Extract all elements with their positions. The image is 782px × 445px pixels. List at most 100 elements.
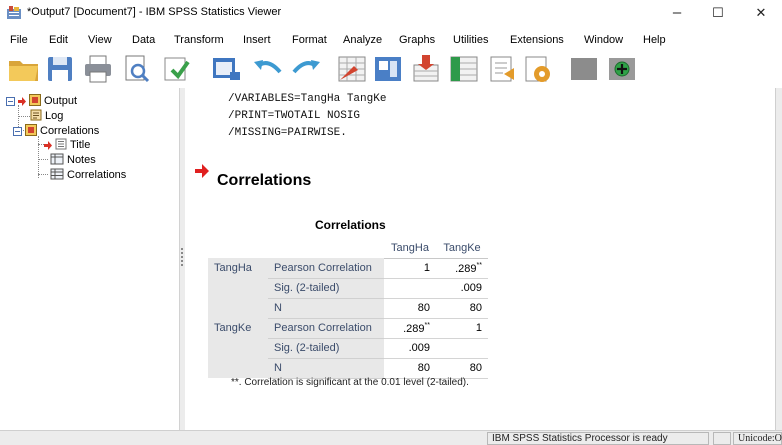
outline-label-title: Title	[70, 139, 91, 151]
menu-file[interactable]: File	[10, 34, 28, 46]
menu-help[interactable]: Help	[643, 34, 666, 46]
table-cell: .009	[384, 338, 436, 359]
row-stat-label: N	[268, 298, 384, 319]
table-cell: 80	[436, 298, 488, 319]
syntax-line: /MISSING=PAIRWISE.	[228, 127, 347, 139]
row-stat-label: Pearson Correlation	[268, 258, 384, 279]
title-icon	[55, 138, 67, 150]
print-preview-icon[interactable]	[118, 52, 154, 86]
row-variable-label	[208, 298, 268, 318]
outline-label-output: Output	[44, 95, 78, 107]
table-cell: 1	[384, 258, 436, 279]
collapse-icon[interactable]	[6, 97, 15, 106]
section-heading[interactable]: Correlations	[217, 172, 311, 190]
significance-mark: **	[476, 261, 482, 269]
row-variable-label	[208, 338, 268, 358]
unicode-status: Unicode:ON	[733, 432, 782, 445]
row-stat-label: Sig. (2-tailed)	[268, 278, 384, 299]
table-cell: 1	[436, 318, 488, 339]
close-button[interactable]: ✕	[746, 2, 776, 24]
menu-format[interactable]: Format	[292, 34, 327, 46]
output-book-icon	[29, 94, 41, 106]
table-cell: .009	[436, 278, 488, 299]
splitter-grip[interactable]	[181, 248, 184, 266]
save-icon[interactable]	[42, 52, 78, 86]
menu-insert[interactable]: Insert	[243, 34, 271, 46]
menu-window[interactable]: Window	[584, 34, 623, 46]
correlations-pivot-table[interactable]: TangHa TangKe TangHa Pearson Correlation…	[208, 238, 488, 379]
arrow-icon	[18, 97, 26, 106]
outline-label-correlations-table: Correlations	[67, 169, 127, 181]
table-footnote: **. Correlation is significant at the 0.…	[231, 377, 469, 388]
outline-label-correlations-node: Correlations	[40, 125, 100, 137]
collapse-icon[interactable]	[13, 127, 22, 136]
syntax-line: /VARIABLES=TangHa TangKe	[228, 93, 387, 105]
goto-data-icon[interactable]	[334, 52, 370, 86]
maximize-button[interactable]: ☐	[703, 2, 733, 24]
spss-app-icon	[7, 6, 21, 19]
spss-viewer-window: *Output7 [Document7] - IBM SPSS Statisti…	[0, 0, 782, 445]
table-row: N 80 80	[208, 298, 488, 319]
outline-item-correlations-table[interactable]: Correlations	[50, 168, 126, 182]
table-header-row: TangHa TangKe	[208, 238, 488, 259]
redo-icon[interactable]	[288, 52, 324, 86]
column-header: TangKe	[436, 238, 488, 259]
recall-dialog-icon[interactable]	[208, 52, 244, 86]
outline-item-title[interactable]: Title	[44, 138, 90, 152]
table-row: Sig. (2-tailed) .009	[208, 338, 488, 359]
significance-mark: **	[424, 321, 430, 329]
menu-data[interactable]: Data	[132, 34, 155, 46]
status-empty-panel	[713, 432, 731, 445]
outline-label-notes: Notes	[67, 154, 96, 166]
table-row: TangHa Pearson Correlation 1 .289**	[208, 258, 488, 279]
outline-item-log[interactable]: Log	[30, 109, 63, 123]
undo-icon[interactable]	[250, 52, 286, 86]
row-variable-label	[208, 278, 268, 298]
print-icon[interactable]	[80, 52, 116, 86]
menu-view[interactable]: View	[88, 34, 112, 46]
table-row: TangKe Pearson Correlation .289** 1	[208, 318, 488, 339]
promote-icon[interactable]	[566, 52, 602, 86]
menu-graphs[interactable]: Graphs	[399, 34, 435, 46]
table-cell: .289**	[436, 258, 488, 279]
menu-utilities[interactable]: Utilities	[453, 34, 488, 46]
table-cell	[384, 278, 436, 299]
status-bar: IBM SPSS Statistics Processor is ready U…	[0, 430, 782, 445]
menu-analyze[interactable]: Analyze	[343, 34, 382, 46]
table-cell	[436, 338, 488, 359]
heading-arrow-icon	[195, 164, 209, 178]
row-stat-label: Pearson Correlation	[268, 318, 384, 339]
row-stat-label: N	[268, 358, 384, 379]
vertical-scrollbar[interactable]	[775, 88, 782, 430]
column-header: TangHa	[384, 238, 436, 259]
minimize-button[interactable]: –	[662, 2, 692, 24]
goto-case-icon[interactable]	[370, 52, 406, 86]
export-icon[interactable]	[158, 52, 194, 86]
output-content-pane: /VARIABLES=TangHa TangKe /PRINT=TWOTAIL …	[185, 88, 775, 430]
select-cases-icon[interactable]	[446, 52, 482, 86]
outline-item-correlations-node[interactable]: Correlations	[13, 124, 99, 138]
notes-icon	[50, 153, 64, 165]
table-icon	[50, 168, 64, 180]
syntax-line: /PRINT=TWOTAIL NOSIG	[228, 110, 361, 122]
outline-label-log: Log	[45, 110, 64, 122]
outline-item-output[interactable]: Output	[6, 94, 77, 108]
table-cell: 80	[384, 298, 436, 319]
arrow-icon	[44, 141, 52, 150]
pivot-table-title: Correlations	[315, 218, 386, 232]
menu-transform[interactable]: Transform	[174, 34, 224, 46]
insert-output-icon[interactable]	[484, 52, 520, 86]
demote-icon[interactable]	[604, 52, 640, 86]
menu-bar: File Edit View Data Transform Insert For…	[0, 33, 782, 49]
designate-window-icon[interactable]	[520, 52, 556, 86]
row-variable-label	[208, 358, 268, 378]
menu-edit[interactable]: Edit	[49, 34, 68, 46]
open-icon[interactable]	[6, 52, 42, 86]
outline-item-notes[interactable]: Notes	[50, 153, 96, 167]
cell-value: .289	[403, 322, 425, 335]
table-cell: 80	[436, 358, 488, 379]
outline-pane: Output Log Correlations Title Notes Corr…	[0, 88, 180, 430]
table-cell: .289**	[384, 318, 436, 339]
variables-icon[interactable]	[408, 52, 444, 86]
menu-extensions[interactable]: Extensions	[510, 34, 564, 46]
